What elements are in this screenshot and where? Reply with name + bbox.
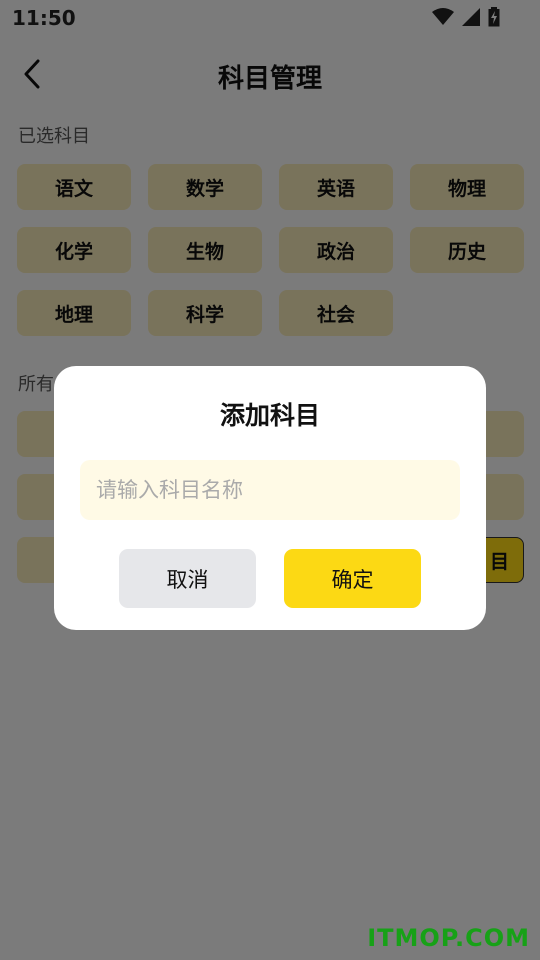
dialog-title: 添加科目 <box>219 401 320 430</box>
app-screen: 11:50 科目管理 已选科目 语文 数学 英语 物理 化 <box>0 0 540 960</box>
cancel-button[interactable]: 取消 <box>119 549 256 608</box>
add-subject-dialog: 添加科目 取消 确定 <box>54 366 486 630</box>
confirm-button[interactable]: 确定 <box>284 549 421 608</box>
subject-name-input[interactable] <box>80 460 460 520</box>
watermark: ITMOP.COM <box>367 924 530 952</box>
